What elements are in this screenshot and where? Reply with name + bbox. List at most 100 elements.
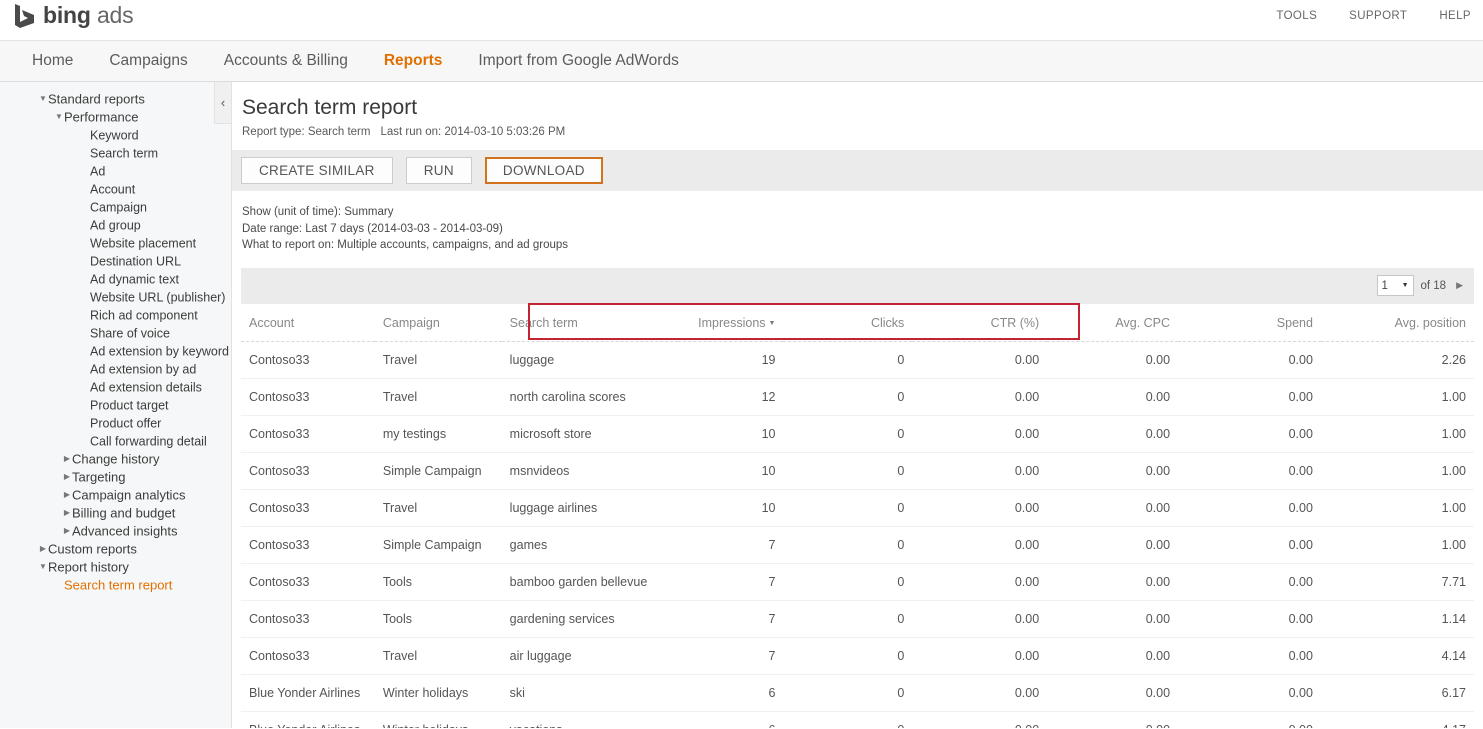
col-header-label: Spend — [1276, 315, 1313, 330]
twisty-expanded-icon[interactable]: ▼ — [54, 108, 64, 126]
col-header-impressions[interactable]: Impressions ▼ — [677, 303, 784, 342]
sidebar-item-report-history[interactable]: ▼Report history — [0, 558, 231, 576]
sidebar-item-standard-reports[interactable]: ▼Standard reports — [0, 90, 231, 108]
sidebar-item-advanced-insights[interactable]: ▶ Advanced insights — [0, 522, 231, 540]
table-row[interactable]: Contoso33 Travel luggage airlines 10 0 0.00 0.… — [241, 489, 1474, 527]
twisty-collapsed-icon[interactable]: ▶ — [62, 522, 72, 540]
sidebar-item-destination-url[interactable]: Destination URL — [0, 252, 231, 270]
nav-campaigns[interactable]: Campaigns — [91, 41, 205, 81]
sidebar-item-search-term[interactable]: Search term — [0, 144, 231, 162]
table-cell: 1.00 — [1320, 526, 1474, 564]
sidebar-item-ad-dynamic-text[interactable]: Ad dynamic text — [0, 270, 231, 288]
twisty-collapsed-icon[interactable]: ▶ — [62, 486, 72, 504]
sidebar-item-label: Ad extension by keyword — [90, 344, 229, 359]
table-cell: my testings — [374, 415, 502, 453]
table-row[interactable]: Contoso33 my testings microsoft store 10 0 0.… — [241, 415, 1474, 453]
sidebar-item-campaign-analytics[interactable]: ▶ Campaign analytics — [0, 486, 231, 504]
sidebar-item-label: Campaign — [90, 200, 147, 215]
table-cell: 6.17 — [1320, 674, 1474, 712]
sidebar-item-search-term-report[interactable]: Search term report — [0, 576, 231, 594]
create-similar-button[interactable]: CREATE SIMILAR — [241, 157, 393, 184]
bing-ads-logo[interactable]: bing ads — [14, 2, 134, 29]
sidebar-item-label: Ad extension details — [90, 380, 202, 395]
twisty-collapsed-icon[interactable]: ▶ — [62, 468, 72, 486]
toplink-tools[interactable]: TOOLS — [1276, 10, 1317, 22]
nav-accounts-billing[interactable]: Accounts & Billing — [206, 41, 366, 81]
nav-reports[interactable]: Reports — [366, 41, 461, 81]
sidebar-item-share-of-voice[interactable]: Share of voice — [0, 324, 231, 342]
table-row[interactable]: Contoso33 Tools gardening services 7 0 0.00 0.… — [241, 600, 1474, 638]
table-cell: 0.00 — [1178, 415, 1321, 453]
sidebar-item-performance[interactable]: ▼Performance — [0, 108, 231, 126]
sidebar-item-website-url-publisher[interactable]: Website URL (publisher) — [0, 288, 231, 306]
col-header-search-term[interactable]: Search term — [501, 303, 678, 342]
table-cell: 0.00 — [1047, 526, 1179, 564]
twisty-collapsed-icon[interactable]: ▶ — [62, 450, 72, 468]
table-cell: Contoso33 — [241, 378, 375, 416]
table-cell: 0 — [783, 674, 913, 712]
sidebar-item-ad-extension-by-ad[interactable]: Ad extension by ad — [0, 360, 231, 378]
twisty-expanded-icon[interactable]: ▼ — [38, 558, 48, 576]
sidebar-item-billing-and-budget[interactable]: ▶ Billing and budget — [0, 504, 231, 522]
table-cell: 0.00 — [1178, 489, 1321, 527]
col-header-campaign[interactable]: Campaign — [374, 303, 502, 342]
table-cell: Contoso33 — [241, 600, 375, 638]
toplink-support[interactable]: SUPPORT — [1349, 10, 1407, 22]
sidebar-item-ad-extension-details[interactable]: Ad extension details — [0, 378, 231, 396]
table-cell: 0.00 — [912, 526, 1048, 564]
col-header-ctr[interactable]: CTR (%) — [912, 303, 1048, 342]
sidebar-item-ad-group[interactable]: Ad group — [0, 216, 231, 234]
col-header-spend[interactable]: Spend — [1178, 303, 1321, 342]
col-header-clicks[interactable]: Clicks — [783, 303, 913, 342]
twisty-expanded-icon[interactable]: ▼ — [38, 90, 48, 108]
page-number-select[interactable]: 1 ▼ — [1376, 275, 1414, 296]
sidebar-item-keyword[interactable]: Keyword — [0, 126, 231, 144]
table-cell: msnvideos — [501, 452, 678, 490]
table-cell: 1.00 — [1320, 415, 1474, 453]
next-page-icon[interactable]: ▶ — [1453, 280, 1466, 291]
twisty-collapsed-icon[interactable]: ▶ — [38, 540, 48, 558]
table-row[interactable]: Blue Yonder AirlinesWinter holidaysvacat… — [241, 711, 1474, 728]
table-cell: 1.00 — [1320, 378, 1474, 416]
sidebar-item-ad[interactable]: Ad — [0, 162, 231, 180]
sidebar-item-website-placement[interactable]: Website placement — [0, 234, 231, 252]
col-header-account[interactable]: Account — [241, 303, 375, 342]
nav-import-google-adwords[interactable]: Import from Google AdWords — [460, 41, 696, 81]
table-cell: vacations — [501, 711, 678, 728]
table-row[interactable]: Blue Yonder Airlines Winter holidays ski 6 0… — [241, 674, 1474, 712]
sidebar-item-product-target[interactable]: Product target — [0, 396, 231, 414]
table-cell: 0.00 — [912, 711, 1048, 728]
run-button[interactable]: RUN — [405, 157, 472, 184]
table-cell: 0.00 — [1178, 637, 1321, 675]
table-body: Contoso33 Travel luggage 19 0 0.00 0.00 0.00 2.2… — [241, 341, 1474, 728]
table-cell: 0.00 — [1047, 563, 1179, 601]
sidebar-item-call-forwarding-detail[interactable]: Call forwarding detail — [0, 432, 231, 450]
table-cell: 12 — [677, 378, 784, 416]
sidebar-item-campaign[interactable]: Campaign — [0, 198, 231, 216]
table-row[interactable]: Contoso33 Travel luggage 19 0 0.00 0.00 0.00 2.2… — [241, 341, 1474, 379]
col-header-avg-position[interactable]: Avg. position — [1320, 303, 1474, 342]
sidebar-item-ad-extension-by-keyword[interactable]: Ad extension by keyword — [0, 342, 231, 360]
table-row[interactable]: Contoso33 Tools bamboo garden bellevue 7 0 0.… — [241, 563, 1474, 601]
sidebar-item-change-history[interactable]: ▶ Change history — [0, 450, 231, 468]
sidebar-item-account[interactable]: Account — [0, 180, 231, 198]
table-cell: 0.00 — [912, 563, 1048, 601]
sidebar-item-custom-reports[interactable]: ▶ Custom reports — [0, 540, 231, 558]
toplink-help[interactable]: HELP — [1439, 10, 1471, 22]
table-row[interactable]: Contoso33 Travel north carolina scores 12 0 0… — [241, 378, 1474, 416]
table-cell: Contoso33 — [241, 452, 375, 490]
sidebar-collapse-button[interactable]: ‹ — [214, 82, 231, 124]
table-row[interactable]: Contoso33 Travel air luggage 7 0 0.00 0.00 0.00… — [241, 637, 1474, 675]
col-header-avg-cpc[interactable]: Avg. CPC — [1047, 303, 1179, 342]
sidebar-item-label: Targeting — [72, 469, 126, 485]
nav-home[interactable]: Home — [14, 41, 91, 81]
sidebar-item-targeting[interactable]: ▶ Targeting — [0, 468, 231, 486]
sidebar-item-label: Campaign analytics — [72, 487, 186, 503]
twisty-collapsed-icon[interactable]: ▶ — [62, 504, 72, 522]
table-cell: 4.14 — [1320, 637, 1474, 675]
table-row[interactable]: Contoso33 Simple Campaign msnvideos 10 0 0.00… — [241, 452, 1474, 490]
sidebar-item-rich-ad-component[interactable]: Rich ad component — [0, 306, 231, 324]
download-button[interactable]: DOWNLOAD — [484, 157, 603, 184]
sidebar-item-product-offer[interactable]: Product offer — [0, 414, 231, 432]
table-row[interactable]: Contoso33 Simple Campaign games 7 0 0.00 0.00 0… — [241, 526, 1474, 564]
